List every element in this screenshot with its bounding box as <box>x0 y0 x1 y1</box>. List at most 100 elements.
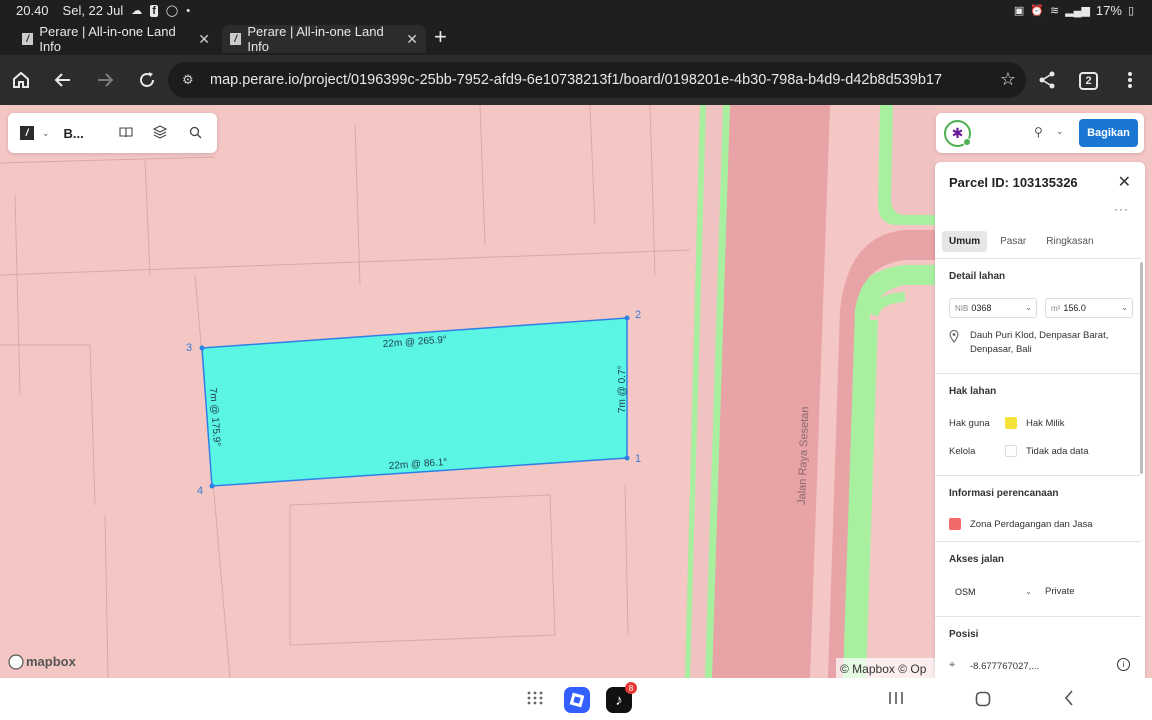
close-panel-icon[interactable]: ✕ <box>1118 172 1131 192</box>
zone-value: Zona Perdagangan dan Jasa <box>970 519 1093 530</box>
forward-arrow-icon <box>98 73 114 87</box>
board-name[interactable]: B... <box>64 126 84 141</box>
parcel-location: Dauh Puri Klod, Denpasar Barat, Denpasar… <box>970 330 1109 355</box>
home-nav-icon[interactable] <box>975 691 991 707</box>
chevron-down-icon[interactable]: ⌄ <box>1056 126 1064 137</box>
akses-value: Private <box>1045 586 1075 597</box>
hak-guna-value: Hak Milik <box>1026 418 1065 429</box>
battery-percent: 17% <box>1095 3 1122 18</box>
nib-field[interactable]: NIB 0368 ⌄ <box>949 298 1037 318</box>
notification-badge: 8 <box>625 682 637 694</box>
forward-button[interactable] <box>92 67 118 93</box>
akses-source-value: OSM <box>955 587 976 597</box>
area-field[interactable]: m² 156.0 ⌄ <box>1045 298 1133 318</box>
share-button[interactable] <box>1034 67 1060 93</box>
alarm-icon: ⏰ <box>1030 5 1044 17</box>
tab-perare-2[interactable]: / Perare | All-in-one Land Info ✕ <box>222 24 426 54</box>
search-icon[interactable] <box>187 124 203 140</box>
status-time: 20.40 <box>16 3 49 18</box>
whatsapp-icon: ◯ <box>165 5 179 17</box>
close-tab-icon[interactable]: ✕ <box>406 31 418 48</box>
akses-source-select[interactable]: OSM ⌄ <box>949 582 1037 602</box>
tab-umum[interactable]: Umum <box>942 231 988 252</box>
chevron-down-icon[interactable]: ⌄ <box>1025 587 1032 596</box>
mapbox-logo-text: mapbox <box>26 654 77 669</box>
perare-favicon-icon: / <box>230 33 242 45</box>
parcel-vertex <box>624 315 630 321</box>
recents-icon[interactable] <box>888 691 904 705</box>
home-icon <box>13 71 29 88</box>
close-tab-icon[interactable]: ✕ <box>198 31 210 48</box>
share-board-button[interactable]: Bagikan <box>1079 119 1138 147</box>
panel-scrollbar[interactable] <box>1140 262 1143 474</box>
area-prefix: m² <box>1051 303 1061 313</box>
link-icon[interactable]: ⚲ <box>1034 125 1043 139</box>
tab-ringkasan[interactable]: Ringkasan <box>1039 231 1100 252</box>
mapbox-logo[interactable]: mapbox <box>8 654 77 670</box>
new-tab-button[interactable]: + <box>434 26 447 48</box>
section-title-detail-lahan: Detail lahan <box>949 271 1006 282</box>
nib-value: 0368 <box>971 303 992 313</box>
parcel-vertex <box>199 345 205 351</box>
book-icon[interactable] <box>118 124 134 140</box>
reload-icon <box>140 72 154 87</box>
hak-milik-swatch <box>1005 417 1017 429</box>
chevron-down-icon[interactable]: ⌄ <box>1121 303 1128 312</box>
selected-parcel[interactable]: 1 2 3 4 22m @ 265.9° 7m @ 0.7° 22m @ 86.… <box>186 309 641 497</box>
tiktok-app-icon[interactable]: ♪ 8 <box>606 682 637 713</box>
parcel-vertex <box>209 483 215 489</box>
chevron-down-icon[interactable]: ⌄ <box>42 128 50 139</box>
section-title-informasi: Informasi perencanaan <box>949 488 1059 499</box>
wifi-icon: ≋ <box>1049 5 1060 17</box>
site-settings-icon[interactable]: ⚙ <box>182 72 200 88</box>
battery-icon: ▯ <box>1127 5 1134 17</box>
kelola-swatch <box>1005 445 1017 457</box>
facebook-icon: f <box>150 4 158 17</box>
cloud-icon: ☁ <box>131 5 143 17</box>
vertex-label-4: 4 <box>197 485 203 497</box>
more-options-icon[interactable]: ··· <box>1114 202 1129 216</box>
map-toolbar: / ⌄ B... <box>8 113 217 153</box>
info-icon[interactable]: i <box>1117 658 1130 671</box>
map-attribution[interactable]: © Mapbox © Op <box>840 662 927 676</box>
parcel-title: Parcel ID: 103135326 <box>949 175 1078 190</box>
tab-title: Perare | All-in-one Land Info <box>39 24 176 54</box>
roblox-app-icon[interactable] <box>564 687 590 713</box>
edge-label-right: 7m @ 0.7° <box>617 365 628 413</box>
home-button[interactable] <box>8 67 34 93</box>
section-title-akses-jalan: Akses jalan <box>949 554 1005 565</box>
apps-grid-icon[interactable] <box>527 691 543 705</box>
section-title-hak-lahan: Hak lahan <box>949 386 997 397</box>
layers-icon[interactable] <box>152 124 168 140</box>
parcel-vertex <box>624 455 630 461</box>
coordinates-value: -8.677767027,... <box>970 661 1040 672</box>
browser-window: 20.40 Sel, 22 Jul ☁ f ◯ • ▣ ⏰ ≋ ▂▄▆ 17% … <box>0 0 1152 720</box>
tab-switcher-button[interactable]: 2 <box>1079 72 1098 90</box>
menu-button[interactable] <box>1117 67 1143 93</box>
status-bar: 20.40 Sel, 22 Jul ☁ f ◯ • ▣ ⏰ ≋ ▂▄▆ 17% … <box>0 0 1152 22</box>
back-button[interactable] <box>50 67 76 93</box>
tab-pasar[interactable]: Pasar <box>993 231 1033 252</box>
bookmark-star-icon[interactable]: ☆ <box>1000 69 1016 90</box>
reload-button[interactable] <box>134 67 160 93</box>
online-status-dot <box>963 138 971 146</box>
back-nav-icon[interactable] <box>1064 690 1074 706</box>
hak-guna-label: Hak guna <box>949 418 990 429</box>
crosshair-icon: ⌖ <box>949 659 956 671</box>
side-road-block <box>891 105 935 215</box>
battery-saver-icon: ▣ <box>1013 5 1025 17</box>
url-text[interactable]: map.perare.io/project/0196399c-25bb-7952… <box>210 72 942 88</box>
more-vert-icon <box>1128 72 1132 88</box>
location-pin-icon <box>949 329 959 346</box>
tab-perare-1[interactable]: / Perare | All-in-one Land Info ✕ <box>14 24 218 54</box>
chevron-down-icon[interactable]: ⌄ <box>1025 303 1032 312</box>
perare-favicon-icon: / <box>22 33 34 45</box>
share-bar: ✱ ⚲ ⌄ Bagikan <box>936 113 1144 153</box>
navigation-bar: ⚙ map.perare.io/project/0196399c-25bb-79… <box>0 55 1152 105</box>
kelola-value: Tidak ada data <box>1026 446 1089 457</box>
perare-logo-icon[interactable]: / <box>20 126 34 140</box>
area-value: 156.0 <box>1063 303 1086 313</box>
system-nav-bar: ♪ 8 <box>0 678 1152 720</box>
vertex-label-3: 3 <box>186 342 192 354</box>
address-bar[interactable]: ⚙ map.perare.io/project/0196399c-25bb-79… <box>168 62 1026 98</box>
